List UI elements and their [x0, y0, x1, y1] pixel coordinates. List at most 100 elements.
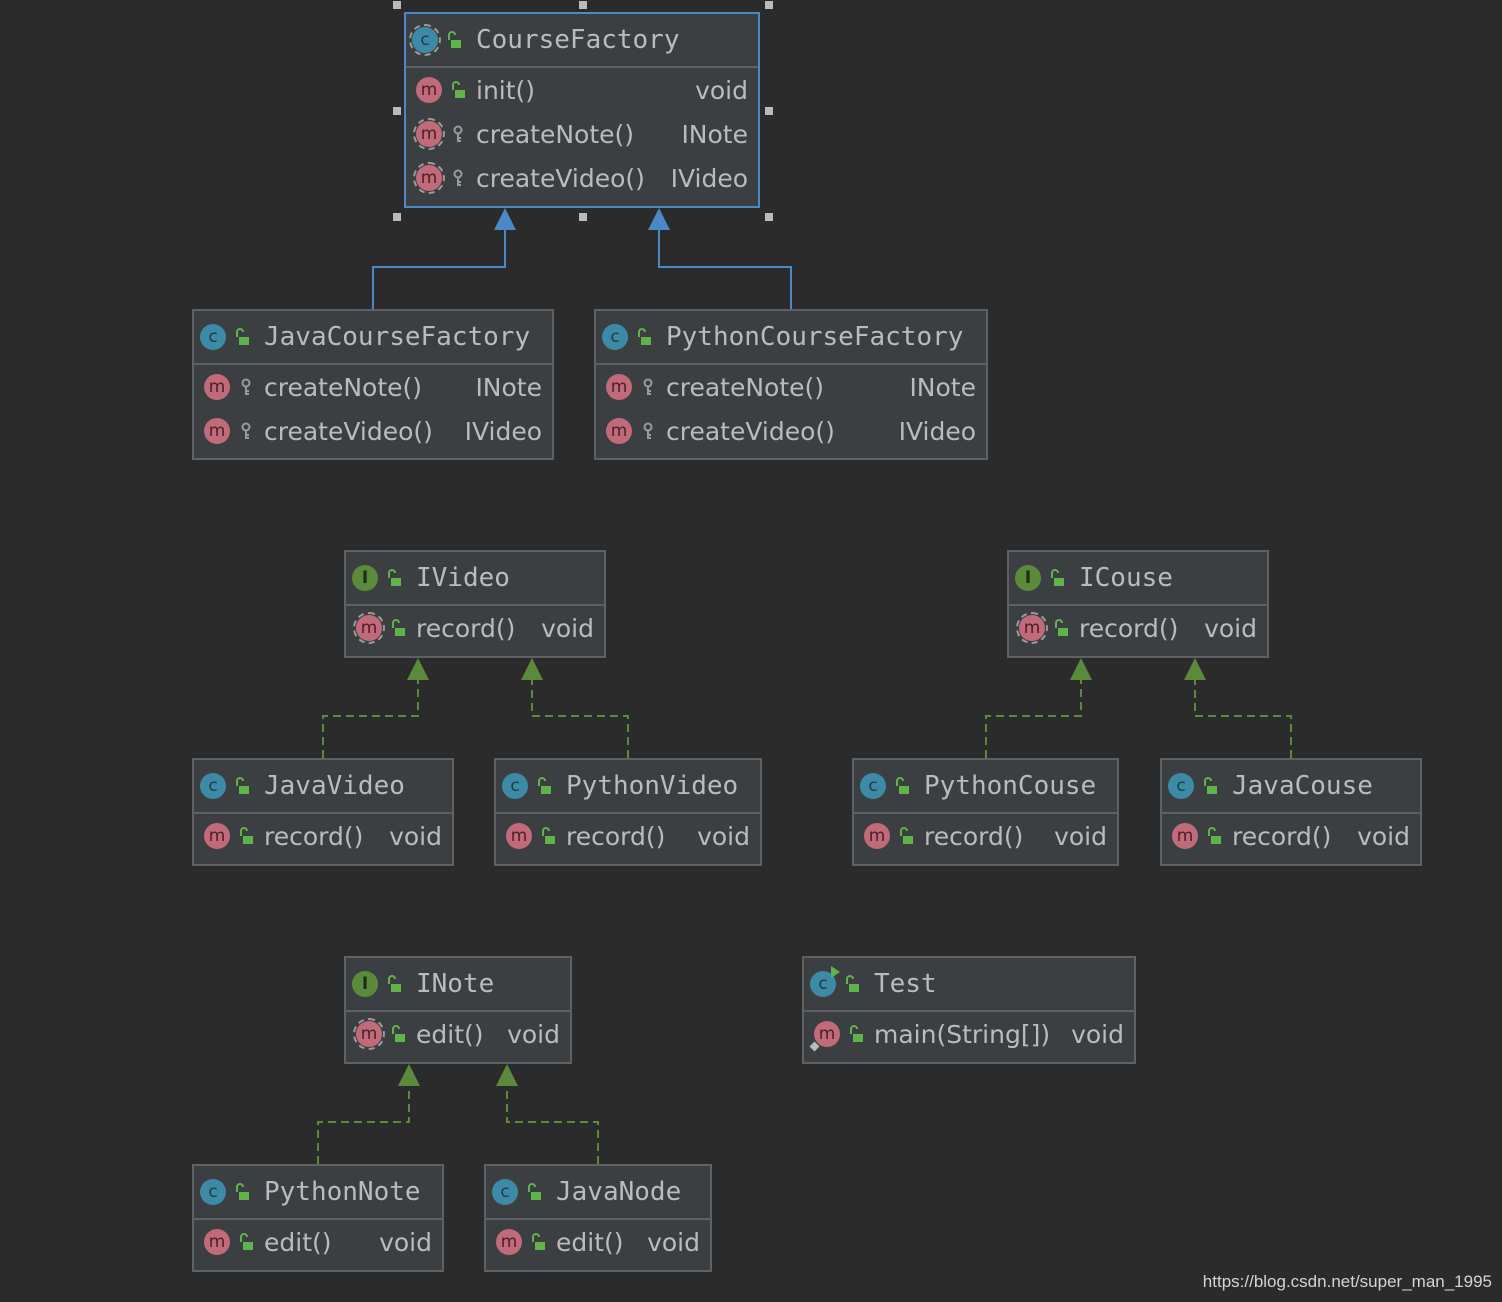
- watermark-url: https://blog.csdn.net/super_man_1995: [1202, 1272, 1492, 1291]
- class-header: c JavaCouse: [1162, 760, 1420, 814]
- method-name: createNote(): [264, 372, 423, 402]
- uml-class-java-course-factory[interactable]: c JavaCourseFactory m createNote() INote…: [192, 309, 554, 460]
- method-row[interactable]: m createVideo() IVideo: [406, 156, 758, 200]
- method-row[interactable]: m createVideo() IVideo: [596, 409, 986, 453]
- method-name: createNote(): [476, 119, 635, 149]
- uml-class-java-video[interactable]: c JavaVideo m record() void: [192, 758, 454, 866]
- class-name: PythonCouse: [924, 771, 1097, 801]
- class-header: c PythonCourseFactory: [596, 311, 986, 365]
- uml-class-test[interactable]: c Test m main(String[]) void: [802, 956, 1136, 1064]
- method-row[interactable]: m edit() void: [194, 1220, 442, 1264]
- implements-edge[interactable]: [985, 678, 1082, 758]
- public-visibility-icon: [448, 31, 461, 48]
- method-row[interactable]: m createNote() INote: [194, 365, 552, 409]
- public-visibility-icon: [392, 619, 405, 636]
- protected-visibility-icon: [241, 422, 251, 439]
- method-name: main(String[]): [874, 1019, 1051, 1049]
- class-header: c JavaVideo: [194, 760, 452, 814]
- public-visibility-icon: [392, 1025, 405, 1042]
- method-icon: m: [864, 823, 890, 849]
- abstract-method-icon: m: [413, 162, 445, 194]
- method-row[interactable]: m record() void: [346, 606, 604, 650]
- return-type: void: [541, 613, 594, 643]
- method-icon: m: [606, 418, 632, 444]
- method-row[interactable]: m record() void: [1162, 814, 1420, 858]
- method-row[interactable]: m record() void: [1009, 606, 1267, 650]
- public-visibility-icon: [542, 827, 555, 844]
- uml-class-java-node[interactable]: c JavaNode m edit() void: [484, 1164, 712, 1272]
- resize-handle[interactable]: [765, 1, 773, 9]
- method-icon: m: [506, 823, 532, 849]
- uml-interface-icouse[interactable]: I ICouse m record() void: [1007, 550, 1269, 658]
- method-name: record(): [1232, 821, 1332, 851]
- class-icon: c: [200, 1179, 226, 1205]
- uml-interface-ivideo[interactable]: I IVideo m record() void: [344, 550, 606, 658]
- interface-name: INote: [416, 969, 495, 999]
- method-row[interactable]: m edit() void: [486, 1220, 710, 1264]
- resize-handle[interactable]: [579, 1, 587, 9]
- return-type: INote: [681, 119, 748, 149]
- method-row[interactable]: m record() void: [496, 814, 760, 858]
- return-type: void: [379, 1227, 432, 1257]
- public-visibility-icon: [528, 1183, 541, 1200]
- method-name: edit(): [264, 1227, 332, 1257]
- protected-visibility-icon: [453, 125, 463, 142]
- static-method-icon: m: [809, 1021, 840, 1052]
- class-name: Test: [874, 969, 937, 999]
- method-row[interactable]: m main(String[]) void: [804, 1012, 1134, 1056]
- class-name: PythonCourseFactory: [666, 322, 964, 352]
- uml-class-java-couse[interactable]: c JavaCouse m record() void: [1160, 758, 1422, 866]
- method-row[interactable]: m record() void: [854, 814, 1117, 858]
- uml-diagram-canvas: c CourseFactory m init() void m createNo…: [0, 0, 1502, 1302]
- class-icon: c: [502, 773, 528, 799]
- class-name: JavaVideo: [264, 771, 405, 801]
- resize-handle[interactable]: [393, 213, 401, 221]
- return-type: void: [647, 1227, 700, 1257]
- class-icon: c: [1168, 773, 1194, 799]
- public-visibility-icon: [1204, 777, 1217, 794]
- class-name: CourseFactory: [476, 25, 680, 55]
- method-icon: m: [1172, 823, 1198, 849]
- implements-edge[interactable]: [317, 1084, 410, 1164]
- uml-interface-inote[interactable]: I INote m edit() void: [344, 956, 572, 1064]
- method-row[interactable]: m createNote() INote: [406, 112, 758, 156]
- uml-class-course-factory[interactable]: c CourseFactory m init() void m createNo…: [404, 12, 760, 208]
- method-row[interactable]: m edit() void: [346, 1012, 570, 1056]
- public-visibility-icon: [896, 777, 909, 794]
- arrow-head: [407, 658, 429, 680]
- class-name: PythonNote: [264, 1177, 421, 1207]
- method-name: record(): [566, 821, 666, 851]
- resize-handle[interactable]: [393, 107, 401, 115]
- uml-class-python-course-factory[interactable]: c PythonCourseFactory m createNote() INo…: [594, 309, 988, 460]
- method-row[interactable]: m record() void: [194, 814, 452, 858]
- method-icon: m: [204, 418, 230, 444]
- implements-edge[interactable]: [506, 1084, 599, 1164]
- public-visibility-icon: [638, 328, 651, 345]
- interface-icon: I: [352, 971, 378, 997]
- arrow-head: [1184, 658, 1206, 680]
- extends-edge[interactable]: [372, 228, 506, 309]
- resize-handle[interactable]: [765, 213, 773, 221]
- abstract-method-icon: m: [353, 612, 385, 644]
- return-type: IVideo: [464, 416, 542, 446]
- interface-header: I INote: [346, 958, 570, 1012]
- public-visibility-icon: [388, 975, 401, 992]
- method-row[interactable]: m createVideo() IVideo: [194, 409, 552, 453]
- implements-edge[interactable]: [1194, 678, 1292, 758]
- protected-visibility-icon: [453, 169, 463, 186]
- uml-class-python-couse[interactable]: c PythonCouse m record() void: [852, 758, 1119, 866]
- uml-class-python-video[interactable]: c PythonVideo m record() void: [494, 758, 762, 866]
- extends-edge[interactable]: [658, 228, 792, 309]
- implements-edge[interactable]: [322, 678, 419, 758]
- method-row[interactable]: m createNote() INote: [596, 365, 986, 409]
- resize-handle[interactable]: [765, 107, 773, 115]
- uml-class-python-note[interactable]: c PythonNote m edit() void: [192, 1164, 444, 1272]
- resize-handle[interactable]: [579, 213, 587, 221]
- resize-handle[interactable]: [393, 1, 401, 9]
- implements-edge[interactable]: [531, 678, 629, 758]
- method-name: record(): [416, 613, 516, 643]
- return-type: void: [695, 75, 748, 105]
- method-row[interactable]: m init() void: [406, 68, 758, 112]
- return-type: INote: [909, 372, 976, 402]
- public-visibility-icon: [538, 777, 551, 794]
